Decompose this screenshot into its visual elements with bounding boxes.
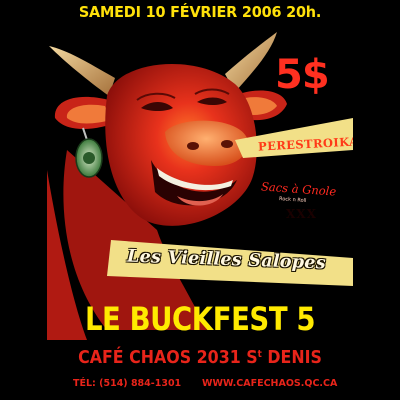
right-nostril [221,140,233,148]
venue-website: WWW.CAFECHAOS.QC.CA [202,378,338,389]
venue-phone: TÉL: (514) 884-1301 [73,378,182,389]
left-nostril [187,142,199,150]
event-date: SAMEDI 10 FÉVRIER 2006 20h. [78,3,322,21]
concert-poster: SAMEDI 10 FÉVRIER 2006 20h. 5$ PERESTROI… [47,0,353,400]
venue-name: CAFÉ CHAOS 2031 S [78,347,258,368]
venue-street: DENIS [261,347,322,368]
left-horn [49,46,115,96]
band-sacs-a-gnole-xxx: XXX [286,207,317,221]
venue-line: CAFÉ CHAOS 2031 St DENIS [65,347,334,368]
event-title: LE BUCKFEST 5 [84,300,316,338]
ticket-price: 5$ [275,52,330,98]
page-frame: SAMEDI 10 FÉVRIER 2006 20h. 5$ PERESTROI… [0,0,400,400]
